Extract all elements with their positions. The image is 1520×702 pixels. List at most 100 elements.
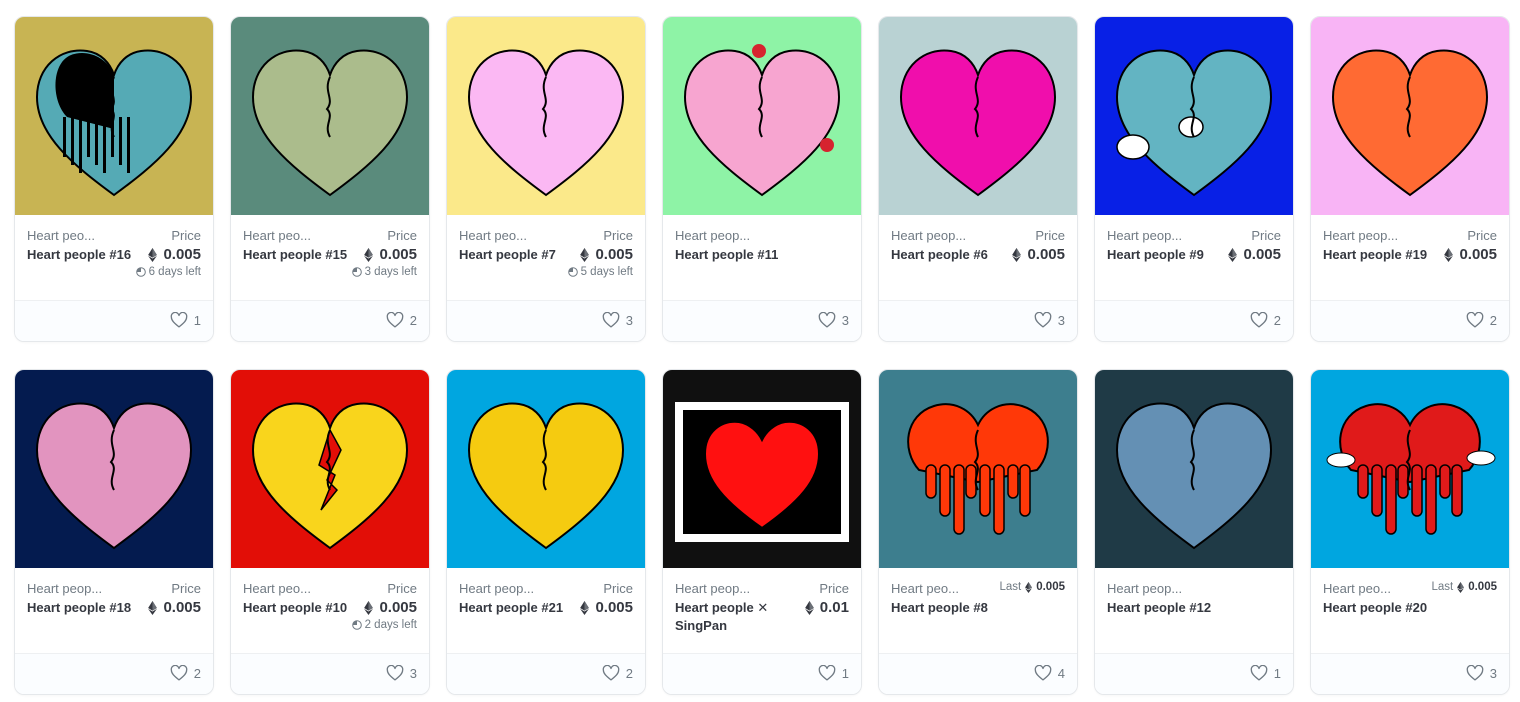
nft-artwork[interactable] [447,17,645,215]
nft-artwork[interactable] [231,370,429,568]
collection-name[interactable]: Heart peop... [675,228,755,243]
favorite-button[interactable]: 1 [170,312,201,328]
nft-artwork[interactable] [879,17,1077,215]
nft-card-9[interactable]: Heart peop... Heart people #21 Price 0.0… [446,369,646,695]
nft-card-12[interactable]: Heart peop... Heart people #12 1 [1094,369,1294,695]
card-footer: 1 [15,300,213,341]
heart-outline-icon[interactable] [1250,312,1268,328]
asset-name[interactable]: Heart people ✕ SingPan [675,599,783,635]
nft-card-4[interactable]: Heart peop... Heart people #6 Price 0.00… [878,16,1078,342]
asset-name[interactable]: Heart people #19 [1323,246,1431,264]
nft-artwork[interactable] [1095,17,1293,215]
asset-name[interactable]: Heart people #15 [243,246,351,264]
nft-artwork[interactable] [663,370,861,568]
nft-card-2[interactable]: Heart peo... Heart people #7 Price 0.005… [446,16,646,342]
collection-name[interactable]: Heart peop... [459,581,539,596]
heart-outline-icon[interactable] [386,312,404,328]
artwork-svg [1095,370,1293,568]
nft-card-3[interactable]: Heart peop... Heart people #11 3 [662,16,862,342]
favorite-button[interactable]: 3 [818,312,849,328]
collection-name[interactable]: Heart peo... [243,228,323,243]
asset-name[interactable]: Heart people #18 [27,599,135,617]
nft-artwork[interactable] [663,17,861,215]
nft-artwork[interactable] [231,17,429,215]
favorite-button[interactable]: 1 [818,665,849,681]
asset-name[interactable]: Heart people #10 [243,599,351,617]
heart-outline-icon[interactable] [602,665,620,681]
nft-artwork[interactable] [15,370,213,568]
heart-outline-icon[interactable] [1466,312,1484,328]
favorite-button[interactable]: 2 [170,665,201,681]
nft-artwork[interactable] [1311,17,1509,215]
favorite-button[interactable]: 3 [1034,312,1065,328]
favorite-button[interactable]: 2 [602,665,633,681]
collection-name[interactable]: Heart peop... [27,581,107,596]
price-amount: 0.005 [1027,246,1065,263]
nft-artwork[interactable] [879,370,1077,568]
collection-name[interactable]: Heart peo... [27,228,107,243]
nft-card-10[interactable]: Heart peop... Heart people ✕ SingPan Pri… [662,369,862,695]
nft-artwork[interactable] [1311,370,1509,568]
heart-outline-icon[interactable] [170,665,188,681]
favorite-button[interactable]: 2 [386,312,417,328]
collection-name[interactable]: Heart peop... [675,581,755,596]
favorite-button[interactable]: 4 [1034,665,1065,681]
collection-name[interactable]: Heart peop... [1107,228,1187,243]
asset-name[interactable]: Heart people #20 [1323,599,1431,617]
nft-card-13[interactable]: Heart peo... Heart people #20 Last 0.005 … [1310,369,1510,695]
heart-outline-icon[interactable] [602,312,620,328]
last-label: Last [1431,581,1454,593]
nft-artwork[interactable] [1095,370,1293,568]
favorite-button[interactable]: 2 [1250,312,1281,328]
asset-name[interactable]: Heart people #9 [1107,246,1215,264]
asset-name[interactable]: Heart people #7 [459,246,567,264]
favorite-button[interactable]: 1 [1250,665,1281,681]
nft-card-7[interactable]: Heart peop... Heart people #18 Price 0.0… [14,369,214,695]
collection-name[interactable]: Heart peo... [459,228,539,243]
heart-outline-icon[interactable] [170,312,188,328]
favorite-button[interactable]: 3 [602,312,633,328]
price-label: Price [387,581,417,596]
like-count: 3 [1057,312,1065,328]
like-count: 1 [841,665,849,681]
asset-name[interactable]: Heart people #21 [459,599,567,617]
artwork-svg [663,17,861,215]
collection-name[interactable]: Heart peop... [1323,228,1403,243]
price-label: Price [171,581,201,596]
heart-outline-icon[interactable] [1250,665,1268,681]
asset-name[interactable]: Heart people #11 [675,246,783,264]
favorite-button[interactable]: 3 [386,665,417,681]
card-footer: 3 [1311,653,1509,694]
nft-card-5[interactable]: Heart peop... Heart people #9 Price 0.00… [1094,16,1294,342]
ethereum-icon [580,247,590,262]
collection-name[interactable]: Heart peo... [1323,581,1403,596]
collection-name[interactable]: Heart peop... [1107,581,1187,596]
nft-card-6[interactable]: Heart peop... Heart people #19 Price 0.0… [1310,16,1510,342]
heart-outline-icon[interactable] [1466,665,1484,681]
asset-name[interactable]: Heart people #12 [1107,599,1215,617]
nft-artwork[interactable] [447,370,645,568]
collection-name[interactable]: Heart peo... [891,581,971,596]
nft-card-11[interactable]: Heart peo... Heart people #8 Last 0.005 4 [878,369,1078,695]
asset-name[interactable]: Heart people #8 [891,599,999,617]
ethereum-icon [1457,581,1465,593]
nft-card-1[interactable]: Heart peo... Heart people #15 Price 0.00… [230,16,430,342]
collection-name[interactable]: Heart peo... [243,581,323,596]
heart-outline-icon[interactable] [1034,665,1052,681]
favorite-button[interactable]: 2 [1466,312,1497,328]
like-count: 4 [1057,665,1065,681]
heart-outline-icon[interactable] [386,665,404,681]
heart-outline-icon[interactable] [818,312,836,328]
time-left: 2 days left [351,619,417,631]
heart-outline-icon[interactable] [818,665,836,681]
nft-card-0[interactable]: Heart peo... Heart people #16 Price 0.00… [14,16,214,342]
heart-outline-icon[interactable] [1034,312,1052,328]
asset-name[interactable]: Heart people #6 [891,246,999,264]
card-info: Heart peo... Heart people #20 Last 0.005 [1311,568,1509,652]
nft-card-8[interactable]: Heart peo... Heart people #10 Price 0.00… [230,369,430,695]
asset-name[interactable]: Heart people #16 [27,246,135,264]
nft-artwork[interactable] [15,17,213,215]
favorite-button[interactable]: 3 [1466,665,1497,681]
collection-name[interactable]: Heart peop... [891,228,971,243]
price-label: Price [603,581,633,596]
